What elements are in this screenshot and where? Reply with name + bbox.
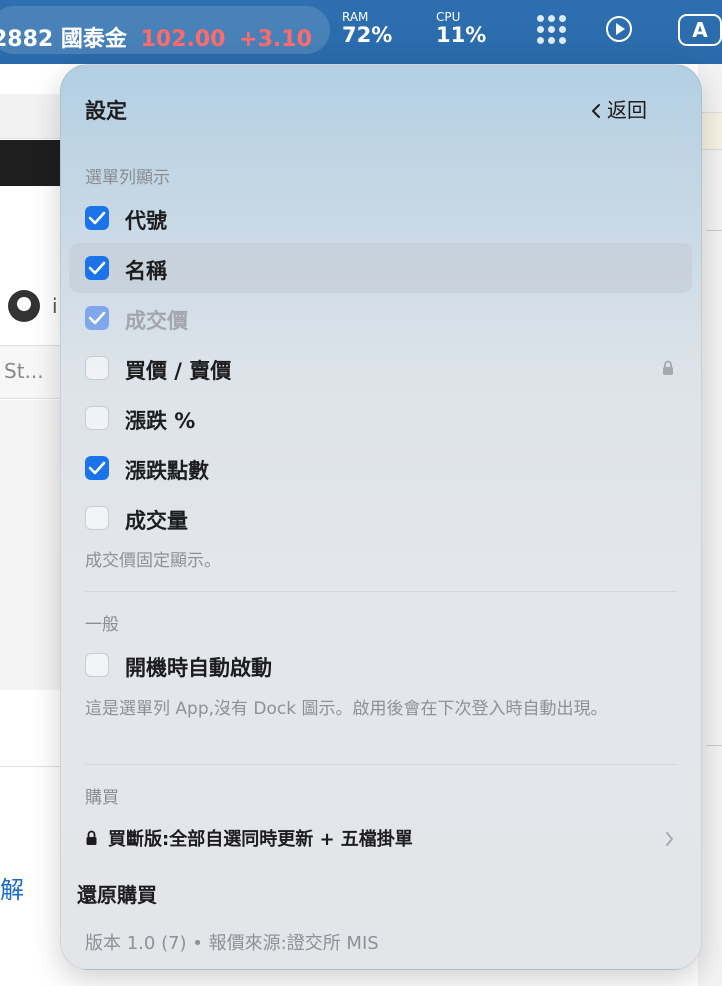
back-label: 返回	[607, 98, 647, 122]
ticker-price: 102.00	[140, 27, 226, 52]
launch-at-login-label: 開機時自動啟動	[125, 656, 272, 680]
option-label: 成交量	[125, 509, 188, 533]
background-search-field[interactable]: St...	[0, 345, 60, 399]
option-label: 成交價	[125, 309, 188, 333]
cpu-indicator[interactable]: CPU 11%	[436, 11, 486, 47]
play-circle-icon[interactable]	[606, 16, 632, 42]
purchase-section-title: 購買	[85, 788, 119, 808]
restore-purchase-button[interactable]: 還原購買	[77, 879, 157, 908]
cpu-label: CPU	[436, 10, 461, 24]
input-source-icon[interactable]: A	[678, 14, 722, 46]
launch-at-login-note: 這是選單列 App,沒有 Dock 圖示。啟用後會在下次登入時自動出現。	[85, 699, 608, 719]
option-row-change-percent[interactable]: 漲跌 %	[69, 393, 692, 443]
ticker-change: +3.10	[239, 27, 312, 52]
change-percent-checkbox[interactable]	[85, 406, 109, 430]
checkmark-icon	[88, 261, 106, 275]
grid-dots-icon[interactable]	[535, 14, 569, 48]
background-dark-bar	[0, 140, 60, 186]
change-points-checkbox[interactable]	[85, 456, 109, 480]
fixed-price-note: 成交價固定顯示。	[85, 551, 221, 571]
volume-checkbox[interactable]	[85, 506, 109, 530]
option-row-name[interactable]: 名稱	[69, 243, 692, 293]
checkmark-icon	[88, 311, 106, 325]
price-checkbox	[85, 306, 109, 330]
launch-at-login-checkbox[interactable]	[85, 653, 109, 677]
section-divider	[85, 764, 677, 765]
background-partial-text: i	[52, 294, 58, 318]
settings-popover: 設定 返回 選單列顯示 代號 名稱 成交價 買價 / 賣價 漲跌 % 漲跌點數 …	[60, 64, 702, 970]
option-row-bid-ask[interactable]: 買價 / 賣價	[69, 343, 692, 393]
ram-label: RAM	[342, 10, 369, 24]
option-label: 漲跌點數	[125, 459, 209, 483]
ram-value: 72%	[342, 23, 393, 47]
ticker-name: 國泰金	[60, 27, 127, 52]
lock-icon	[663, 360, 673, 375]
github-icon[interactable]	[8, 290, 40, 322]
section-divider	[85, 591, 677, 592]
bid-ask-checkbox[interactable]	[85, 356, 109, 380]
checkmark-icon	[88, 461, 106, 475]
option-label: 漲跌 %	[125, 409, 196, 433]
option-row-change-points[interactable]: 漲跌點數	[69, 443, 692, 493]
background-thumbnail	[700, 112, 722, 150]
background-divider	[706, 230, 722, 231]
purchase-lifetime-item[interactable]: 買斷版:全部自選同時更新 + 五檔掛單	[85, 825, 413, 851]
ram-indicator[interactable]: RAM 72%	[342, 11, 392, 47]
chevron-right-icon	[666, 832, 673, 846]
option-row-code[interactable]: 代號	[69, 193, 692, 243]
option-row-volume[interactable]: 成交量	[69, 493, 692, 543]
background-search-placeholder: St...	[4, 359, 44, 383]
menu-bar: 2882 國泰金 102.00 +3.10 RAM 72% CPU 11% A	[0, 0, 722, 64]
back-button[interactable]: 返回	[591, 94, 647, 123]
background-divider	[0, 766, 60, 767]
ticker-code: 2882	[0, 27, 54, 52]
background-lower-area	[0, 400, 60, 690]
settings-title: 設定	[85, 99, 127, 123]
option-label: 名稱	[125, 259, 167, 283]
lock-icon	[86, 830, 97, 845]
chevron-left-icon	[592, 104, 600, 118]
code-checkbox[interactable]	[85, 206, 109, 230]
general-section-title: 一般	[85, 615, 119, 635]
background-toolbar	[0, 94, 60, 139]
option-row-price: 成交價	[69, 293, 692, 343]
cpu-value: 11%	[436, 23, 487, 47]
name-checkbox[interactable]	[85, 256, 109, 280]
ticker-text: 2882 國泰金 102.00 +3.10	[0, 21, 312, 53]
option-label: 買價 / 賣價	[125, 359, 232, 383]
version-footer: 版本 1.0 (7) • 報價來源:證交所 MIS	[85, 933, 379, 954]
purchase-item-label: 買斷版:全部自選同時更新 + 五檔掛單	[108, 829, 413, 850]
stock-ticker[interactable]: 2882 國泰金 102.00 +3.10	[0, 6, 330, 54]
option-label: 代號	[125, 209, 167, 233]
option-row-launch-at-login[interactable]: 開機時自動啟動	[69, 640, 692, 690]
background-link[interactable]: 解	[0, 870, 24, 905]
menubar-display-section-title: 選單列顯示	[85, 168, 170, 188]
checkmark-icon	[88, 211, 106, 225]
background-divider	[706, 745, 722, 746]
